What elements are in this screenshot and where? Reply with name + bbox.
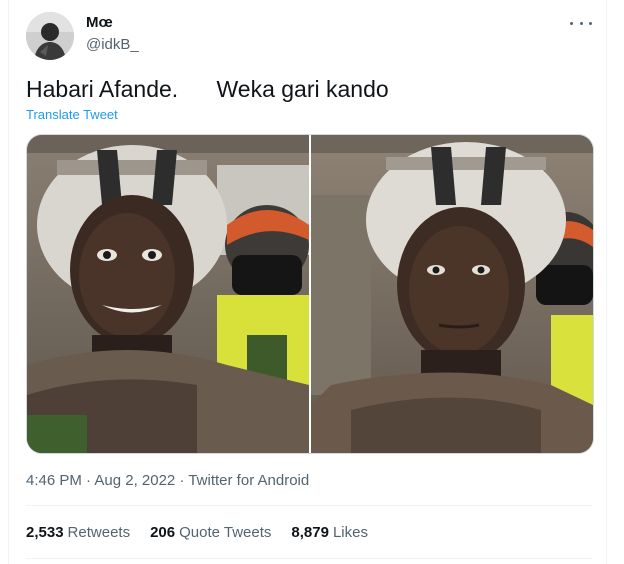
more-horizontal-icon: [579, 21, 583, 25]
tweet-media[interactable]: [26, 134, 594, 454]
tweet-text: Habari Afande. Weka gari kando: [26, 76, 389, 102]
author-handle[interactable]: @idkB_: [86, 36, 139, 53]
likes-count: 8,879: [291, 524, 329, 541]
tweet-stats: 2,533 Retweets 206 Quote Tweets 8,879 Likes: [26, 524, 368, 541]
likes-stat[interactable]: 8,879 Likes: [291, 524, 368, 541]
likes-label: Likes: [332, 524, 368, 541]
quote-tweets-label: Quote Tweets: [179, 524, 272, 541]
retweets-stat[interactable]: 2,533 Retweets: [26, 524, 130, 541]
quote-tweets-stat[interactable]: 206 Quote Tweets: [150, 524, 271, 541]
divider: [26, 505, 592, 506]
author-name[interactable]: Mœ: [86, 14, 113, 31]
retweets-count: 2,533: [26, 524, 64, 541]
more-horizontal-icon: [570, 21, 573, 25]
more-options-button[interactable]: [570, 14, 592, 32]
frame-border-right: [606, 0, 607, 564]
more-horizontal-icon: [589, 21, 592, 25]
quote-tweets-count: 206: [150, 524, 176, 541]
divider: [26, 558, 592, 559]
photo-left[interactable]: [27, 135, 309, 453]
source-link[interactable]: Twitter for Android: [188, 472, 309, 489]
timestamp-link[interactable]: 4:46 PM · Aug 2, 2022: [26, 472, 175, 489]
translate-tweet-link[interactable]: Translate Tweet: [26, 107, 118, 122]
tweet-meta: 4:46 PM · Aug 2, 2022 · Twitter for Andr…: [26, 472, 309, 489]
avatar[interactable]: [26, 12, 74, 60]
retweets-label: Retweets: [67, 524, 131, 541]
meta-separator: ·: [175, 472, 189, 489]
photo-right[interactable]: [311, 135, 593, 453]
frame-border-left: [8, 0, 9, 564]
